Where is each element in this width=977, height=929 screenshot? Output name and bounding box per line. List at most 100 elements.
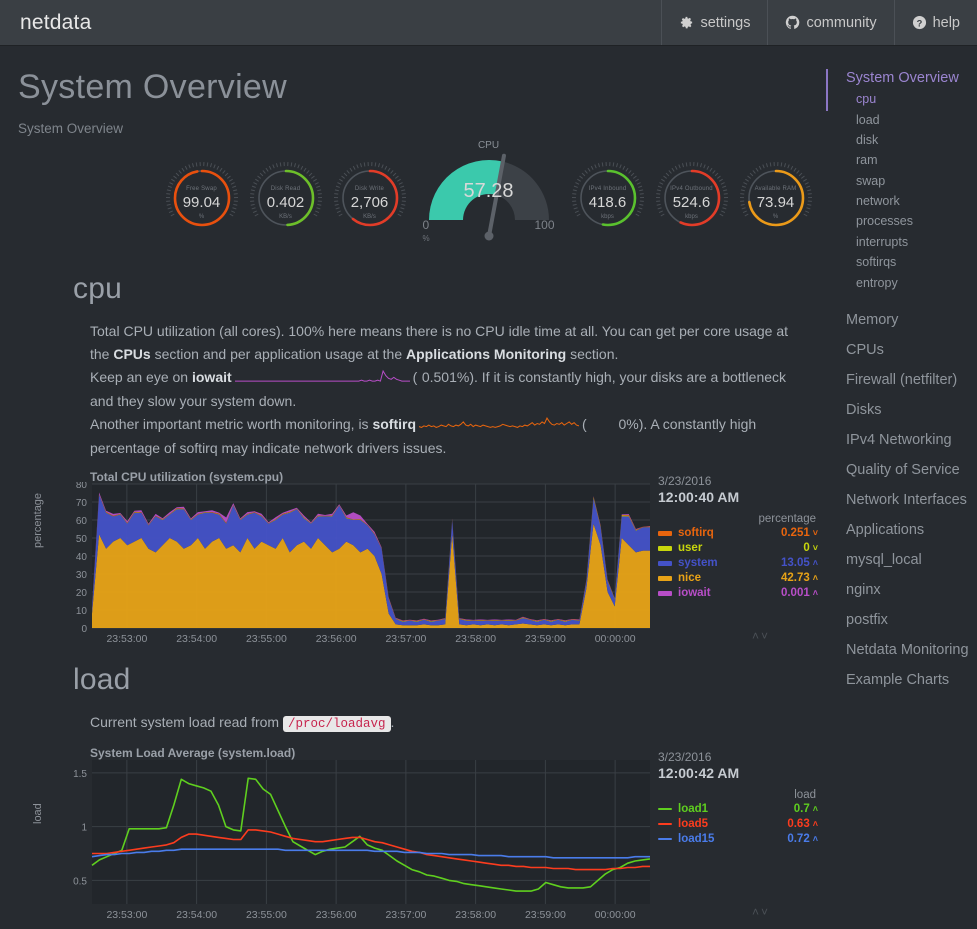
legend-row[interactable]: system13.05˄ bbox=[658, 557, 818, 570]
sidebar-item-quality-of-service[interactable]: Quality of Service bbox=[820, 455, 977, 485]
legend-series-value: 0.63 bbox=[787, 818, 811, 830]
gauge-free-swap[interactable]: Free Swap99.04% bbox=[163, 150, 241, 246]
svg-text:0: 0 bbox=[81, 624, 87, 635]
sidebar-item-mysql-local[interactable]: mysql_local bbox=[820, 545, 977, 575]
sidebar-item-interrupts[interactable]: interrupts bbox=[820, 232, 977, 252]
legend-series-name: user bbox=[678, 542, 702, 554]
svg-text:23:59:00: 23:59:00 bbox=[525, 633, 566, 645]
brand-logo[interactable]: netdata bbox=[0, 0, 111, 45]
gauge-unit: % bbox=[737, 214, 815, 220]
svg-text:10: 10 bbox=[76, 606, 88, 617]
svg-text:23:58:00: 23:58:00 bbox=[455, 633, 496, 645]
gauge-cpu-value: 57.28 bbox=[415, 180, 563, 203]
svg-text:70: 70 bbox=[76, 498, 88, 509]
legend-color-swatch bbox=[658, 808, 672, 810]
svg-text:60: 60 bbox=[76, 516, 88, 527]
gauge-ipv4-inbound[interactable]: IPv4 Inbound418.6kbps bbox=[569, 150, 647, 246]
sidebar-item-softirqs[interactable]: softirqs bbox=[820, 252, 977, 272]
gauge-unit: % bbox=[163, 214, 241, 220]
nav-help-button[interactable]: ? help bbox=[894, 0, 977, 45]
legend-row[interactable]: softirq0.251˅ bbox=[658, 527, 818, 540]
gauge-label: Disk Read bbox=[247, 186, 325, 192]
legend-row[interactable]: nice42.73˄ bbox=[658, 572, 818, 585]
code-loadavg: /proc/loadavg bbox=[283, 716, 391, 732]
sidebar-item-cpu[interactable]: cpu bbox=[820, 89, 977, 109]
sidebar-item-swap[interactable]: swap bbox=[820, 171, 977, 191]
legend-series-value: 0.251 bbox=[781, 527, 812, 539]
legend-date-cpu: 3/23/2016 bbox=[658, 474, 818, 488]
chart-system-cpu[interactable]: Total CPU utilization (system.cpu) perce… bbox=[18, 470, 812, 645]
sidebar-subitems: cpuloaddiskramswapnetworkprocessesinterr… bbox=[820, 89, 977, 293]
legend-series-value: 13.05 bbox=[781, 557, 812, 569]
gauge-ipv4-outbound[interactable]: IPv4 Outbound524.6kbps bbox=[653, 150, 731, 246]
svg-text:23:54:00: 23:54:00 bbox=[176, 909, 217, 921]
nav-settings-button[interactable]: settings bbox=[661, 0, 767, 45]
bold-iowait: iowait bbox=[192, 369, 232, 385]
gauge-value: 418.6 bbox=[569, 194, 647, 211]
sidebar-item-ram[interactable]: ram bbox=[820, 150, 977, 170]
legend-series-value: 42.73 bbox=[781, 572, 812, 584]
gauge-unit: kbps bbox=[653, 214, 731, 220]
chart-system-load[interactable]: System Load Average (system.load) load 0… bbox=[18, 746, 812, 921]
section-heading-cpu: cpu bbox=[73, 272, 812, 306]
sidebar-item-network[interactable]: network bbox=[820, 191, 977, 211]
gauge-value: 2,706 bbox=[331, 194, 409, 211]
svg-text:23:56:00: 23:56:00 bbox=[316, 633, 357, 645]
sidebar-item-nginx[interactable]: nginx bbox=[820, 575, 977, 605]
chart-canvas-load[interactable]: 0.511.523:53:0023:54:0023:55:0023:56:002… bbox=[60, 758, 650, 929]
svg-text:23:58:00: 23:58:00 bbox=[455, 909, 496, 921]
bold-softirq: softirq bbox=[372, 416, 416, 432]
link-cpus[interactable]: CPUs bbox=[113, 346, 150, 362]
nav-community-label: community bbox=[806, 15, 876, 31]
gauge-disk-write[interactable]: Disk Write2,706KB/s bbox=[331, 150, 409, 246]
sidebar-item-ipv4-networking[interactable]: IPv4 Networking bbox=[820, 425, 977, 455]
legend-series-value: 0.7 bbox=[794, 803, 812, 815]
legend-series-name: load5 bbox=[678, 818, 708, 830]
gauge-cpu[interactable]: CPU57.280100% bbox=[415, 144, 563, 252]
svg-text:0.5: 0.5 bbox=[73, 876, 87, 887]
legend-series-name: iowait bbox=[678, 587, 711, 599]
sidebar-item-cpus[interactable]: CPUs bbox=[820, 335, 977, 365]
gauge-disk-read[interactable]: Disk Read0.402KB/s bbox=[247, 150, 325, 246]
top-navbar: netdata settings community bbox=[0, 0, 977, 46]
legend-date-load: 3/23/2016 bbox=[658, 750, 818, 764]
gauge-label: Disk Write bbox=[331, 186, 409, 192]
svg-text:30: 30 bbox=[76, 570, 88, 581]
sidebar-item-processes[interactable]: processes bbox=[820, 211, 977, 231]
sidebar-item-memory[interactable]: Memory bbox=[820, 305, 977, 335]
sidebar-item-entropy[interactable]: entropy bbox=[820, 272, 977, 292]
load-desc-part2: . bbox=[391, 714, 395, 730]
sidebar-item-example-charts[interactable]: Example Charts bbox=[820, 665, 977, 695]
link-applications-monitoring[interactable]: Applications Monitoring bbox=[406, 346, 566, 362]
sidebar-item-applications[interactable]: Applications bbox=[820, 515, 977, 545]
legend-time-load: 12:00:42 AM bbox=[658, 765, 818, 781]
question-circle-icon: ? bbox=[912, 15, 927, 30]
svg-text:23:55:00: 23:55:00 bbox=[246, 633, 287, 645]
sidebar-group-system-overview: System Overview cpuloaddiskramswapnetwor… bbox=[820, 67, 977, 293]
svg-text:80: 80 bbox=[76, 482, 88, 491]
chart-scroll-cpu[interactable]: ˄˅ bbox=[752, 629, 770, 643]
legend-row[interactable]: load50.63˄ bbox=[658, 818, 818, 831]
chart-canvas-cpu[interactable]: 0102030405060708023:53:0023:54:0023:55:0… bbox=[60, 482, 650, 653]
legend-row[interactable]: user0˅ bbox=[658, 542, 818, 555]
legend-row[interactable]: load10.7˄ bbox=[658, 803, 818, 816]
sidebar-item-disks[interactable]: Disks bbox=[820, 395, 977, 425]
sidebar-item-system-overview[interactable]: System Overview bbox=[820, 67, 977, 89]
sidebar-item-disk[interactable]: disk bbox=[820, 130, 977, 150]
nav-community-button[interactable]: community bbox=[767, 0, 893, 45]
svg-text:23:56:00: 23:56:00 bbox=[316, 909, 357, 921]
gauge-available-ram[interactable]: Available RAM73.94% bbox=[737, 150, 815, 246]
sidebar-item-load[interactable]: load bbox=[820, 109, 977, 129]
cpu-desc-part4: Keep an eye on bbox=[90, 369, 192, 385]
sidebar-item-network-interfaces[interactable]: Network Interfaces bbox=[820, 485, 977, 515]
sidebar-item-netdata-monitoring[interactable]: Netdata Monitoring bbox=[820, 635, 977, 665]
legend-row[interactable]: load150.72˄ bbox=[658, 833, 818, 846]
legend-series-value: 0.72 bbox=[787, 833, 811, 845]
sidebar-item-firewall-netfilter-[interactable]: Firewall (netfilter) bbox=[820, 365, 977, 395]
sidebar-item-postfix[interactable]: postfix bbox=[820, 605, 977, 635]
load-desc-part1: Current system load read from bbox=[90, 714, 283, 730]
chart-scroll-load[interactable]: ˄˅ bbox=[752, 905, 770, 919]
legend-row[interactable]: iowait0.001˄ bbox=[658, 587, 818, 600]
legend-unit-cpu: percentage bbox=[658, 513, 818, 525]
main-content: cpu Total CPU utilization (all cores). 1… bbox=[0, 272, 812, 921]
